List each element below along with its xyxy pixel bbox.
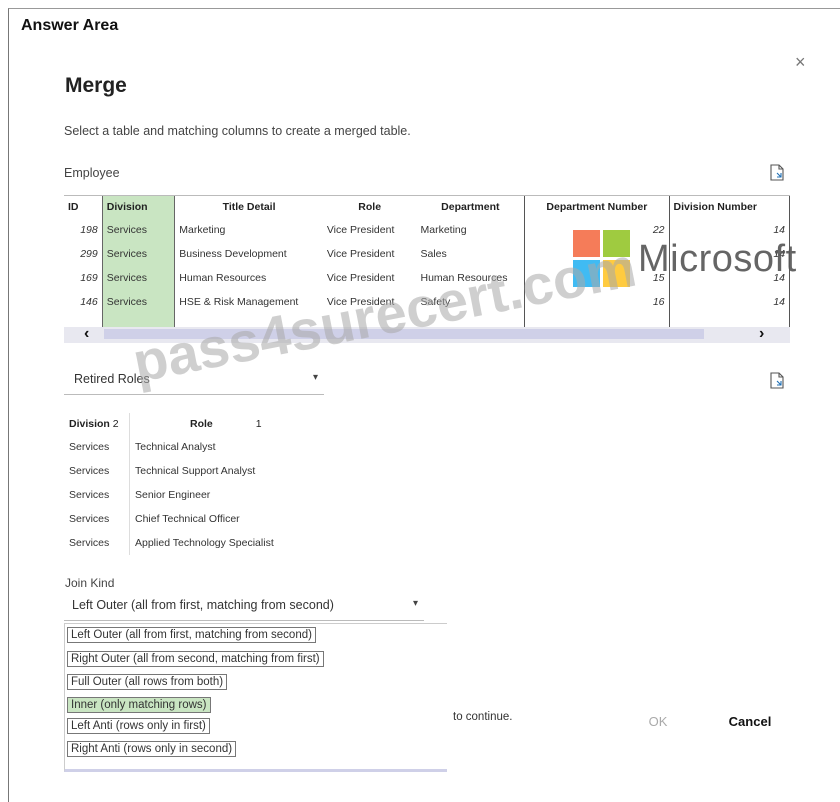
table-row: Services Chief Technical Officer [64, 507, 305, 531]
cell-division-number: 14 [668, 290, 790, 314]
file-preview-icon[interactable] [770, 164, 784, 181]
option-inner[interactable]: Inner (only matching rows) [67, 697, 211, 713]
column-header-division-number[interactable]: Division Number [668, 196, 790, 218]
cell-division: Services [69, 537, 110, 549]
cell-title-detail: Human Resources [179, 272, 267, 284]
cell-division: Services [101, 218, 176, 242]
cell-id: 299 [80, 248, 98, 260]
dialog-title: Merge [65, 74, 127, 97]
column-header-title-detail[interactable]: Title Detail [175, 196, 323, 218]
ok-button[interactable]: OK [628, 708, 688, 736]
first-table-label: Employee [64, 166, 120, 180]
table-row: Services Technical Analyst [64, 435, 305, 459]
file-preview-icon[interactable] [770, 372, 784, 389]
cell-role: Technical Support Analyst [129, 459, 305, 483]
cancel-button[interactable]: Cancel [718, 708, 782, 736]
cell-role: Chief Technical Officer [129, 507, 305, 531]
dialog-subtitle: Select a table and matching columns to c… [64, 124, 411, 138]
cell-role: Vice President [326, 224, 395, 236]
column-header-role[interactable]: Role [323, 196, 417, 218]
join-kind-select-value: Left Outer (all from first, matching fro… [72, 598, 334, 612]
continue-hint: to continue. [453, 711, 513, 723]
close-icon[interactable]: × [795, 52, 806, 73]
cell-role: Senior Engineer [129, 483, 305, 507]
cell-id: 198 [80, 224, 98, 236]
cell-division: Services [69, 513, 110, 525]
column-header-department[interactable]: Department [416, 196, 524, 218]
column-header-department-number[interactable]: Department Number [524, 196, 670, 218]
option-left-anti[interactable]: Left Anti (rows only in first) [67, 718, 210, 734]
cell-department: Marketing [420, 224, 467, 236]
cell-division: Services [101, 290, 176, 314]
retired-roles-table: Division 2 Role 1 Services Technical Anal… [64, 413, 305, 555]
option-right-outer[interactable]: Right Outer (all from second, matching f… [67, 651, 324, 667]
cell-role: Technical Analyst [129, 435, 305, 459]
option-full-outer[interactable]: Full Outer (all rows from both) [67, 674, 228, 690]
cell-division: Services [69, 489, 110, 501]
column-header-role[interactable]: Role 1 [129, 413, 305, 435]
join-kind-label: Join Kind [65, 576, 115, 590]
column-header-id[interactable]: ID [64, 196, 102, 218]
cell-title-detail: Business Development [179, 248, 287, 260]
cell-division: Services [69, 465, 110, 477]
scroll-right-icon[interactable]: › [759, 325, 764, 343]
cell-title-detail: Marketing [179, 224, 226, 236]
cell-division: Services [69, 441, 110, 453]
chevron-down-icon: ▾ [412, 598, 418, 609]
join-kind-select[interactable]: Left Outer (all from first, matching fro… [64, 598, 424, 621]
column-header-division[interactable]: Division 2 [64, 413, 130, 435]
cell-role: Applied Technology Specialist [129, 531, 305, 555]
scroll-left-icon[interactable]: ‹ [84, 325, 89, 343]
option-left-outer[interactable]: Left Outer (all from first, matching fro… [67, 627, 316, 643]
table-row: Services Technical Support Analyst [64, 459, 305, 483]
cell-id: 146 [80, 296, 98, 308]
cell-role: Vice President [326, 248, 395, 260]
microsoft-watermark: Microsoft [638, 238, 797, 280]
join-kind-options-menu: Left Outer (all from first, matching fro… [64, 623, 447, 772]
option-right-anti[interactable]: Right Anti (rows only in second) [67, 741, 237, 757]
cell-division: Services [101, 266, 176, 290]
cell-id: 169 [80, 272, 98, 284]
table-row: Services Senior Engineer [64, 483, 305, 507]
answer-area-title: Answer Area [21, 17, 119, 34]
cell-division: Services [101, 242, 176, 266]
column-header-division[interactable]: Division [101, 196, 176, 218]
table-row: Services Applied Technology Specialist [64, 531, 305, 555]
chevron-down-icon: ▾ [312, 372, 318, 383]
